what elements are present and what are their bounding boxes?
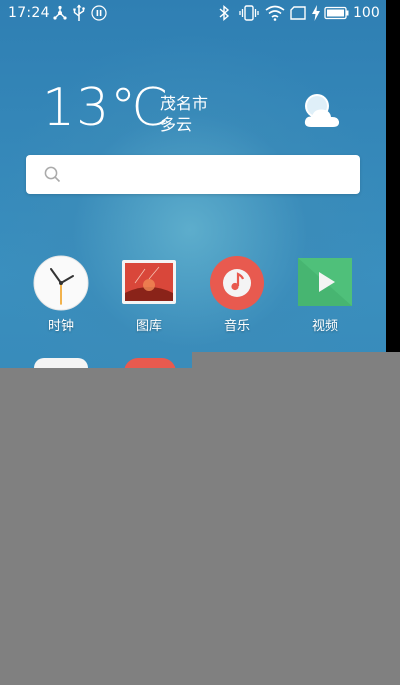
app-video[interactable]: 视频 [285,255,365,334]
vibrate-icon [239,4,259,22]
app-music[interactable]: 音乐 [197,255,277,334]
usb-tether-icon [52,4,68,22]
cloudy-icon[interactable] [300,90,344,138]
app-label: 音乐 [223,319,250,334]
app-label: 图库 [135,319,162,334]
pause-icon [91,4,107,22]
app-gallery[interactable]: 图库 [109,255,189,334]
usb-icon [72,4,86,22]
overlay-panel-top [192,352,400,368]
video-icon [297,255,353,311]
bluetooth-icon [218,4,230,22]
clock-icon [33,255,89,311]
search-bar[interactable] [26,155,360,194]
music-icon [209,255,265,311]
weather-condition[interactable]: 多云 [160,111,192,135]
battery-icon [324,4,350,22]
wifi-icon [265,4,285,22]
battery-percentage: 100 [353,5,380,21]
overlay-panel [0,368,400,685]
status-time: 17:24 [8,5,50,21]
search-icon [44,166,61,187]
app-clock[interactable]: 时钟 [21,255,101,334]
charging-bolt-icon [311,4,321,22]
app-label: 视频 [311,319,338,334]
temperature[interactable]: 13℃ [42,82,170,134]
gallery-icon [121,255,177,311]
sim-card-icon [290,4,306,22]
app-label: 时钟 [47,319,74,334]
search-input[interactable] [64,155,354,194]
status-bar: 17:24 100 [0,0,386,28]
